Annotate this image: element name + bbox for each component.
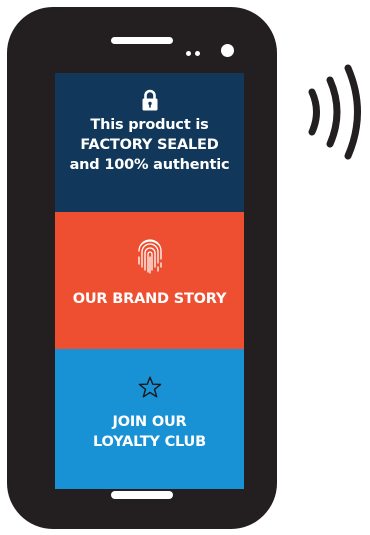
sensor-dot [186,51,191,56]
fingerprint-icon [136,237,164,275]
speaker-slot [111,37,173,44]
loyalty-club-label: JOIN OUR LOYALTY CLUB [93,414,206,450]
brand-story-label: OUR BRAND STORY [72,291,227,307]
nfc-signal-icon [308,64,361,160]
lock-icon [142,89,158,111]
phone-screen: This product is FACTORY SEALED and 100% … [55,73,244,489]
sensor-dot [195,51,200,56]
illustration: This product is FACTORY SEALED and 100% … [0,0,370,535]
loyalty-club-button[interactable]: JOIN OUR LOYALTY CLUB [55,349,244,489]
front-camera [221,44,234,57]
star-icon [138,376,162,398]
home-button [111,491,173,499]
phone-body: This product is FACTORY SEALED and 100% … [7,7,277,529]
authenticity-panel: This product is FACTORY SEALED and 100% … [55,73,244,212]
authenticity-message: This product is FACTORY SEALED and 100% … [69,117,230,173]
brand-story-button[interactable]: OUR BRAND STORY [55,212,244,349]
